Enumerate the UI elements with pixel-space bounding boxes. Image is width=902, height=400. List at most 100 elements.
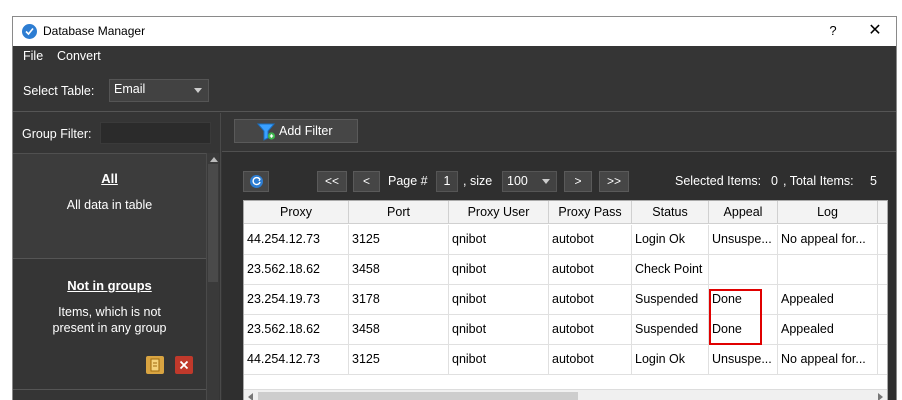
column-header-log[interactable]: Log	[778, 201, 878, 224]
cell-proxy-user: qnibot	[449, 315, 549, 345]
table-select-value: Email	[114, 82, 146, 96]
group-filter-label: Group Filter:	[22, 127, 92, 141]
group-title-not-in-groups: Not in groups	[67, 278, 152, 293]
cell-appeal: Unsuspe...	[709, 345, 778, 375]
table-select-dropdown[interactable]: Email	[109, 79, 209, 102]
group-panel: Group Filter: All All data in table Not …	[13, 113, 221, 400]
cell-status: Login Ok	[632, 225, 709, 255]
scroll-left-icon[interactable]	[248, 393, 253, 400]
table-row[interactable]: 23.254.19.73 3178 qnibot autobot Suspend…	[244, 285, 887, 315]
scroll-right-icon[interactable]	[878, 393, 883, 400]
cell-log: Appealed	[778, 315, 878, 345]
cell-port: 3458	[349, 255, 449, 285]
table-row[interactable]: 23.562.18.62 3458 qnibot autobot Check P…	[244, 255, 887, 285]
cell-log	[778, 255, 878, 285]
scrollbar-thumb[interactable]	[208, 164, 218, 282]
cell-proxy-user: qnibot	[449, 285, 549, 315]
scrollbar-thumb[interactable]	[258, 392, 578, 400]
cell-log: Appealed	[778, 285, 878, 315]
total-items-count: 5	[870, 174, 877, 188]
group-filter-input[interactable]	[100, 122, 211, 144]
cell-proxy-user: qnibot	[449, 225, 549, 255]
cell-proxy-pass: autobot	[549, 255, 632, 285]
cell-proxy-user: qnibot	[449, 255, 549, 285]
cell-status: Check Point	[632, 255, 709, 285]
help-button[interactable]: ?	[823, 21, 843, 41]
group-item-all[interactable]: All All data in table	[13, 154, 206, 258]
table-row[interactable]: 23.562.18.62 3458 qnibot autobot Suspend…	[244, 315, 887, 345]
cell-status: Login Ok	[632, 345, 709, 375]
next-page-button[interactable]: >	[564, 171, 592, 192]
page-label: Page #	[388, 174, 428, 188]
menu-file[interactable]: File	[23, 49, 43, 63]
menu-bar: File Convert	[13, 46, 896, 67]
column-header-proxy-pass[interactable]: Proxy Pass	[549, 201, 632, 224]
grid-horizontal-scrollbar[interactable]	[244, 389, 887, 400]
cell-status: Suspended	[632, 285, 709, 315]
table-row[interactable]: 44.254.12.73 3125 qnibot autobot Login O…	[244, 225, 887, 255]
menu-convert[interactable]: Convert	[57, 49, 101, 63]
group-desc-line2: present in any group	[52, 321, 167, 335]
table-row[interactable]: 44.254.12.73 3125 qnibot autobot Login O…	[244, 345, 887, 375]
group-list: All All data in table Not in groups Item…	[13, 153, 206, 400]
column-header-status[interactable]: Status	[632, 201, 709, 224]
scroll-up-icon[interactable]	[210, 157, 218, 162]
cell-log: No appeal for...	[778, 345, 878, 375]
cell-proxy: 44.254.12.73	[244, 345, 349, 375]
selected-items-label: Selected Items:	[675, 174, 762, 188]
total-items-label: , Total Items:	[783, 174, 854, 188]
page-size-dropdown[interactable]: 100	[502, 171, 557, 192]
first-page-button[interactable]: <<	[317, 171, 347, 192]
group-divider	[13, 389, 206, 390]
cell-port: 3125	[349, 345, 449, 375]
close-button[interactable]: ✕	[865, 21, 885, 41]
select-table-label: Select Table:	[23, 84, 95, 98]
grid-header: Proxy Port Proxy User Proxy Pass Status …	[244, 201, 887, 224]
database-manager-window: Database Manager ? ✕ File Convert Select…	[12, 16, 897, 400]
group-desc-line1: Items, which is not	[58, 305, 161, 319]
cell-proxy: 44.254.12.73	[244, 225, 349, 255]
group-desc-all: All data in table	[66, 198, 153, 212]
refresh-button[interactable]	[243, 171, 269, 192]
group-list-scrollbar[interactable]	[206, 153, 219, 400]
column-header-proxy[interactable]: Proxy	[244, 201, 349, 224]
note-icon[interactable]	[146, 356, 164, 374]
cell-port: 3458	[349, 315, 449, 345]
cell-appeal	[709, 255, 778, 285]
column-header-proxy-user[interactable]: Proxy User	[449, 201, 549, 224]
cell-proxy-pass: autobot	[549, 345, 632, 375]
cell-port: 3125	[349, 225, 449, 255]
page-size-value: 100	[507, 174, 528, 188]
refresh-icon	[250, 175, 263, 188]
page-number-input[interactable]: 1	[436, 171, 458, 192]
cell-port: 3178	[349, 285, 449, 315]
cell-log: No appeal for...	[778, 225, 878, 255]
cell-proxy: 23.562.18.62	[244, 255, 349, 285]
title-bar: Database Manager ? ✕	[13, 17, 896, 46]
app-check-icon	[22, 24, 37, 39]
selected-items-count: 0	[771, 174, 778, 188]
data-grid: Proxy Port Proxy User Proxy Pass Status …	[243, 200, 888, 400]
delete-icon[interactable]	[175, 356, 193, 374]
group-title-all: All	[101, 171, 118, 186]
chevron-down-icon	[542, 179, 550, 184]
add-filter-label: Add Filter	[279, 124, 333, 138]
group-item-not-in-groups[interactable]: Not in groups Items, which is not presen…	[13, 259, 206, 389]
cell-appeal: Unsuspe...	[709, 225, 778, 255]
last-page-button[interactable]: >>	[599, 171, 629, 192]
chevron-down-icon	[194, 88, 202, 93]
add-filter-button[interactable]: Add Filter	[234, 119, 358, 143]
cell-proxy: 23.562.18.62	[244, 315, 349, 345]
cell-status: Suspended	[632, 315, 709, 345]
cell-proxy-pass: autobot	[549, 225, 632, 255]
column-header-port[interactable]: Port	[349, 201, 449, 224]
window-title: Database Manager	[43, 24, 146, 38]
column-header-appeal[interactable]: Appeal	[709, 201, 778, 224]
cell-proxy-user: qnibot	[449, 345, 549, 375]
filter-funnel-icon	[256, 123, 277, 144]
content-area: << < Page # 1 , size 100 > >> Selected I…	[222, 151, 896, 400]
cell-proxy-pass: autobot	[549, 285, 632, 315]
prev-page-button[interactable]: <	[353, 171, 380, 192]
data-panel: Add Filter << < Page # 1 , size 100 > >>…	[222, 113, 896, 400]
size-label: , size	[463, 174, 493, 188]
